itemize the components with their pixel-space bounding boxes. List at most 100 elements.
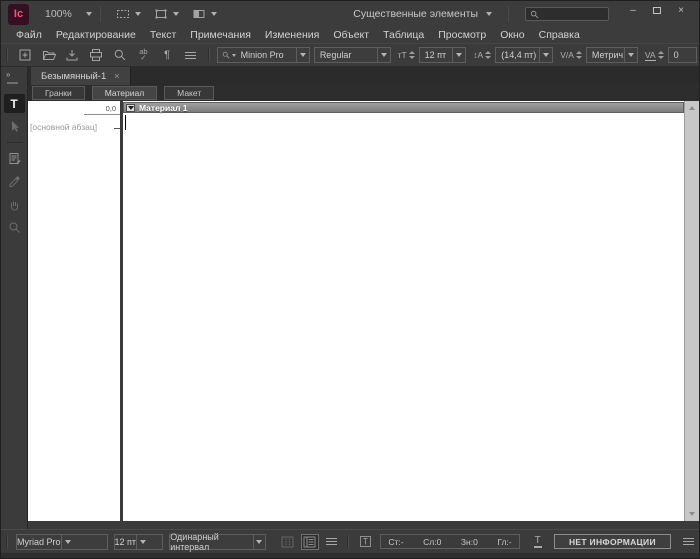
title-bar: Ic 100% Существенные элементы – × xyxy=(1,1,699,27)
statusbar-overflow-menu[interactable] xyxy=(679,534,697,550)
leading-value: (14,4 пт) xyxy=(501,50,537,60)
note-tool[interactable] xyxy=(1,147,27,170)
screen-mode-icon xyxy=(155,9,167,19)
spellcheck-button[interactable]: ab ✓ xyxy=(132,45,156,65)
menu-window[interactable]: Окно xyxy=(493,29,531,41)
font-size-icon: тT xyxy=(397,50,407,60)
no-information-button[interactable]: НЕТ ИНФОРМАЦИИ xyxy=(553,534,672,549)
tab-close-icon[interactable]: × xyxy=(114,71,119,81)
tracking-stepper[interactable] xyxy=(657,51,664,59)
type-tool-icon: T xyxy=(3,94,25,113)
eyedropper-tool[interactable] xyxy=(1,170,27,193)
document-tab[interactable]: Безымянный-1 × xyxy=(31,67,131,85)
search-box[interactable] xyxy=(525,7,609,21)
menu-changes[interactable]: Изменения xyxy=(258,29,326,41)
stat-depth: Гл:- xyxy=(497,536,512,547)
display-size-select[interactable]: 12 пт xyxy=(113,533,164,550)
kerning-stepper[interactable] xyxy=(575,51,582,59)
scroll-up-icon[interactable] xyxy=(689,106,695,110)
story-collapse-icon[interactable] xyxy=(126,103,135,112)
tab-galley[interactable]: Гранки xyxy=(32,86,85,100)
info-column-toggle[interactable] xyxy=(300,533,319,550)
tracking-icon: VA xyxy=(644,49,656,61)
kerning-select[interactable]: Метрич. xyxy=(585,47,638,63)
galley-columns-icon xyxy=(281,536,294,547)
zoom-tool[interactable] xyxy=(1,216,27,239)
zoom-level-dropdown[interactable]: 100% xyxy=(45,8,92,20)
magnifier-icon xyxy=(114,49,126,61)
pilcrow-icon: ¶ xyxy=(164,49,171,61)
menu-type[interactable]: Текст xyxy=(143,29,183,41)
font-size-select[interactable]: 12 пт xyxy=(418,47,467,63)
hamburger-menu-icon xyxy=(325,538,337,545)
leading-stepper[interactable] xyxy=(485,51,492,59)
chevron-down-icon xyxy=(60,534,74,549)
story-header-bar[interactable]: Материал 1 xyxy=(123,102,684,113)
menu-help[interactable]: Справка xyxy=(532,29,587,41)
workspace-switcher[interactable]: Существенные элементы xyxy=(345,8,500,20)
show-hidden-characters-button[interactable]: ¶ xyxy=(155,45,179,65)
font-family-select[interactable]: Minion Pro xyxy=(216,47,310,63)
maximize-button[interactable] xyxy=(645,3,669,17)
position-tool[interactable] xyxy=(1,115,27,138)
spellcheck-icon: ab ✓ xyxy=(139,48,147,62)
font-size-stepper[interactable] xyxy=(408,51,415,59)
scroll-down-icon[interactable] xyxy=(689,512,695,516)
line-spacing-select[interactable]: Одинарный интервал xyxy=(169,532,266,552)
document-tab-strip: Безымянный-1 × xyxy=(28,67,699,85)
eyedropper-icon xyxy=(9,176,20,187)
galley-columns-toggle[interactable] xyxy=(279,534,297,550)
close-button[interactable]: × xyxy=(669,3,693,17)
font-search-icon xyxy=(218,51,236,59)
arrange-documents-dropdown[interactable] xyxy=(185,3,223,25)
type-tool[interactable]: T xyxy=(1,92,27,115)
menu-edit[interactable]: Редактирование xyxy=(49,29,143,41)
vertical-scrollbar[interactable] xyxy=(684,101,699,521)
depth-ruler-value: 0,0 xyxy=(105,104,116,113)
search-icon xyxy=(530,10,539,18)
info-column: 0,0 [основной абзац] xyxy=(28,101,120,521)
panel-grip xyxy=(7,82,18,84)
galley-text-area[interactable]: Материал 1 xyxy=(123,101,684,521)
expand-panel-icon[interactable]: » xyxy=(1,67,27,79)
menu-notes[interactable]: Примечания xyxy=(183,29,258,41)
search-input[interactable] xyxy=(542,8,602,20)
print-button[interactable] xyxy=(84,45,108,65)
leading-select[interactable]: (14,4 пт) xyxy=(495,47,554,63)
stat-words: Сл:0 xyxy=(423,536,442,547)
menu-table[interactable]: Таблица xyxy=(376,29,431,41)
find-button[interactable] xyxy=(108,45,132,65)
zoom-icon xyxy=(9,222,20,233)
chevron-down-icon xyxy=(210,12,217,16)
statusbar-grip xyxy=(347,534,350,549)
copyfit-info-button[interactable] xyxy=(356,534,374,550)
tracking-value: 0 xyxy=(673,50,679,60)
open-document-button[interactable] xyxy=(37,45,61,65)
tools-panel: » T xyxy=(1,67,28,529)
statusbar-grip xyxy=(6,534,8,549)
view-options-dropdown[interactable] xyxy=(109,3,147,25)
tab-layout[interactable]: Макет xyxy=(164,86,215,100)
text-cursor xyxy=(125,115,126,130)
screen-mode-dropdown[interactable] xyxy=(147,3,185,25)
menu-view[interactable]: Просмотр xyxy=(431,29,493,41)
menu-file[interactable]: Файл xyxy=(9,29,49,41)
minimize-button[interactable]: – xyxy=(621,3,645,17)
statusbar-menu-button[interactable] xyxy=(323,534,341,550)
menu-object[interactable]: Объект xyxy=(326,29,376,41)
display-font-select[interactable]: Myriad Pro xyxy=(16,533,108,550)
font-style-select[interactable]: Regular xyxy=(313,47,391,63)
toolbar-grip xyxy=(6,48,8,62)
menu-bar: Файл Редактирование Текст Примечания Изм… xyxy=(1,27,699,43)
note-tool-icon xyxy=(9,153,20,165)
save-content-button[interactable] xyxy=(60,45,84,65)
new-document-icon xyxy=(19,49,31,61)
tab-story[interactable]: Материал xyxy=(91,86,158,100)
hand-tool[interactable] xyxy=(1,193,27,216)
tracking-input[interactable]: 0 xyxy=(667,47,697,63)
toolbar-menu-button[interactable] xyxy=(179,45,203,65)
new-document-button[interactable] xyxy=(13,45,37,65)
chevron-down-icon xyxy=(295,48,309,62)
chevron-down-icon xyxy=(252,534,265,549)
incopy-window: Ic 100% Существенные элементы – × Файл Р… xyxy=(0,0,700,559)
